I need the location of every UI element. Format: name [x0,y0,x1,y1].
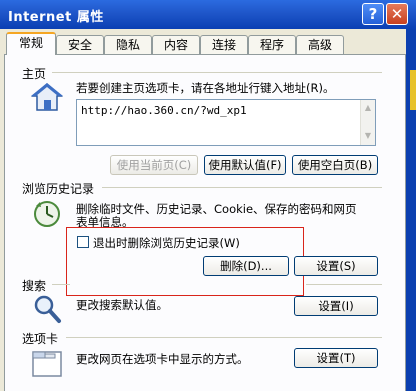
search-description: 更改搜索默认值。 [76,298,168,312]
history-clock-icon [30,196,64,230]
home-description: 若要创建主页选项卡，请在各地址行键入地址(R)。 [76,81,335,95]
tab-connections[interactable]: 连接 [200,35,248,54]
scroll-up-icon[interactable]: ▲ [361,101,375,115]
tab-security[interactable]: 安全 [56,35,104,54]
divider [66,337,382,338]
tabs-settings-button[interactable]: 设置(T) [294,348,378,368]
home-icon [30,80,64,114]
divider [102,187,382,188]
delete-button[interactable]: 删除(D)... [203,256,289,276]
tabs-description: 更改网页在选项卡中显示的方式。 [76,352,249,366]
window-title: Internet 属性 [8,10,104,25]
use-default-button[interactable]: 使用默认值(F) [204,155,286,175]
tab-advanced[interactable]: 高级 [296,35,344,54]
delete-on-exit-label[interactable]: 退出时删除浏览历史记录(W) [93,235,240,251]
scroll-down-icon[interactable]: ▼ [361,129,375,143]
use-current-button[interactable]: 使用当前页(C) [110,155,198,175]
tab-programs[interactable]: 程序 [248,35,296,54]
textarea-scrollbar[interactable]: ▲ ▼ [360,100,375,145]
help-button[interactable]: ? [362,3,384,25]
divider [306,284,382,285]
background-window-edge [410,70,416,110]
search-magnifier-icon [30,292,64,326]
history-settings-button[interactable]: 设置(S) [294,256,378,276]
divider [52,284,70,285]
delete-on-exit-checkbox[interactable] [77,236,89,248]
tab-general[interactable]: 常规 [6,32,56,55]
home-url-textarea[interactable]: http://hao.360.cn/?wd_xp1 ▲ ▼ [76,99,376,146]
divider [52,72,382,73]
search-settings-button[interactable]: 设置(I) [294,296,378,316]
tab-content[interactable]: 内容 [152,35,200,54]
tabs-section-title: 选项卡 [22,332,59,346]
tab-privacy[interactable]: 隐私 [104,35,152,54]
home-url-value: http://hao.360.cn/?wd_xp1 [81,104,247,117]
tabs-window-icon [30,346,64,380]
history-section-title: 浏览历史记录 [22,182,95,196]
use-blank-button[interactable]: 使用空白页(B) [292,155,378,175]
close-button[interactable]: ✕ [386,3,408,25]
